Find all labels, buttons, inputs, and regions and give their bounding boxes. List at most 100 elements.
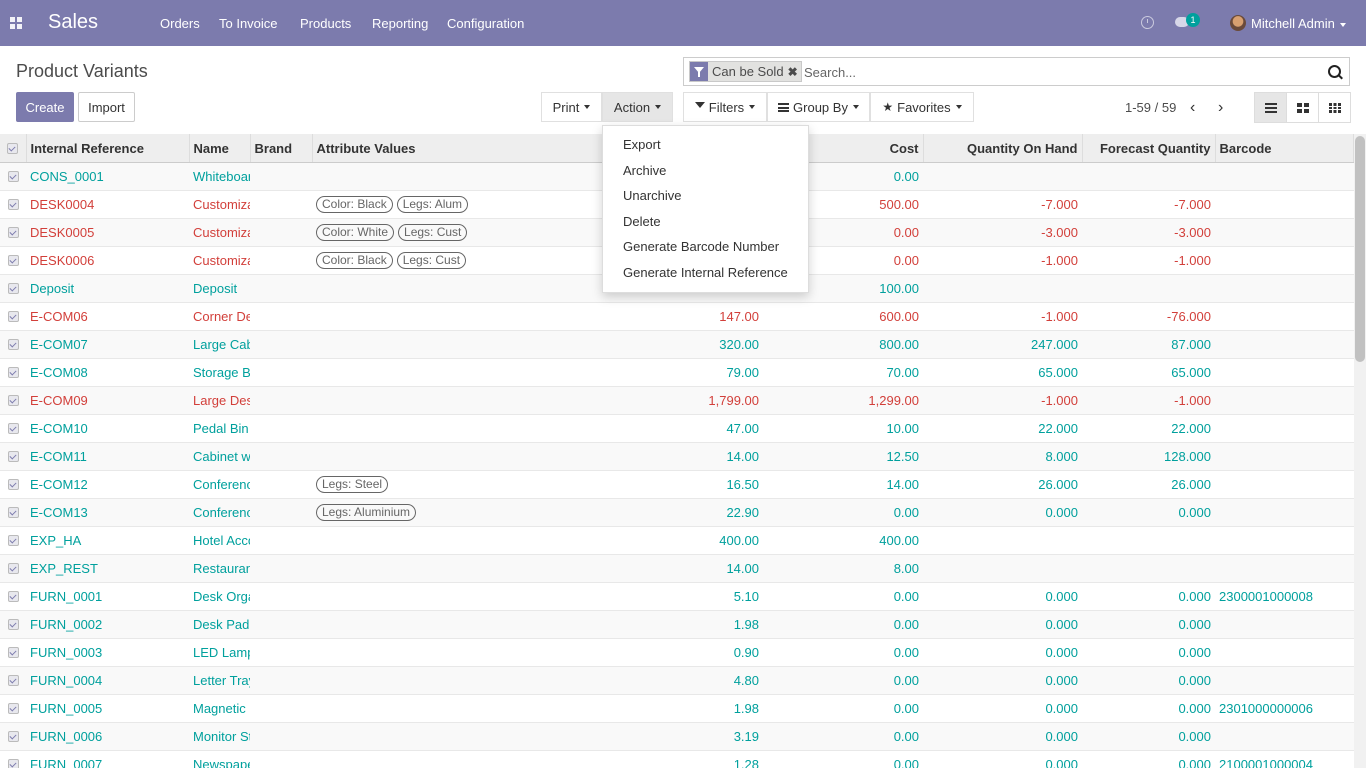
cell-forecast-quantity[interactable]: -3.000 [1082, 218, 1215, 247]
search-icon[interactable] [1328, 65, 1341, 78]
cell-name[interactable]: Whiteboard Pen [189, 162, 250, 191]
cell-barcode[interactable] [1215, 162, 1354, 191]
pager-next-icon[interactable]: › [1218, 99, 1223, 117]
cell-cost[interactable]: 10.00 [763, 414, 923, 443]
row-checkbox[interactable] [0, 218, 26, 247]
row-checkbox[interactable] [0, 414, 26, 443]
list-view-button[interactable] [1254, 92, 1287, 123]
row-checkbox[interactable] [0, 610, 26, 639]
cell-quantity-on-hand[interactable]: 65.000 [923, 358, 1082, 387]
user-avatar[interactable] [1230, 15, 1246, 31]
cell-quantity-on-hand[interactable]: -7.000 [923, 190, 1082, 219]
cell-internal-reference[interactable]: E-COM12 [26, 470, 189, 499]
row-checkbox[interactable] [0, 750, 26, 768]
cell-name[interactable]: Magnetic Board [189, 694, 250, 723]
cell-barcode[interactable] [1215, 470, 1354, 499]
col-forecast-quantity[interactable]: Forecast Quantity [1082, 134, 1216, 163]
cell-internal-reference[interactable]: E-COM10 [26, 414, 189, 443]
cell-quantity-on-hand[interactable] [923, 554, 1082, 583]
cell-cost[interactable]: 1,299.00 [763, 386, 923, 415]
cell-quantity-on-hand[interactable] [923, 162, 1082, 191]
table-row[interactable]: E-COM07Large Cabinet 320.00800.00247.0008… [0, 330, 1354, 359]
cell-brand[interactable] [250, 442, 312, 471]
cell-internal-reference[interactable]: DESK0005 [26, 218, 189, 247]
cell-cost[interactable]: 14.00 [763, 470, 923, 499]
cell-cost[interactable]: 600.00 [763, 302, 923, 331]
cell-barcode[interactable] [1215, 610, 1354, 639]
cell-name[interactable]: Customizable Desk [189, 190, 250, 219]
scrollbar-thumb[interactable] [1355, 136, 1365, 362]
cell-name[interactable]: Customizable Desk [189, 246, 250, 275]
cell-sales-price[interactable]: 16.50 [676, 470, 763, 499]
row-checkbox[interactable] [0, 666, 26, 695]
cell-internal-reference[interactable]: FURN_0004 [26, 666, 189, 695]
cell-sales-price[interactable]: 79.00 [676, 358, 763, 387]
cell-quantity-on-hand[interactable]: 22.000 [923, 414, 1082, 443]
cell-quantity-on-hand[interactable]: -1.000 [923, 386, 1082, 415]
cell-name[interactable]: Storage Box [189, 358, 250, 387]
cell-brand[interactable] [250, 694, 312, 723]
cell-attribute-values[interactable] [312, 526, 676, 555]
table-row[interactable]: FURN_0004 Letter Tray 4.80 0.00 0.000 0.000 [0, 666, 1354, 695]
cell-barcode[interactable] [1215, 330, 1354, 359]
cell-cost[interactable]: 8.00 [763, 554, 923, 583]
cell-internal-reference[interactable]: FURN_0007 [26, 750, 189, 768]
cell-attribute-values[interactable] [312, 330, 676, 359]
cell-cost[interactable]: 400.00 [763, 526, 923, 555]
cell-barcode[interactable] [1215, 526, 1354, 555]
table-row[interactable]: FURN_0002 Desk Pad 1.98 0.00 0.000 0.000 [0, 610, 1354, 639]
cell-quantity-on-hand[interactable]: 0.000 [923, 498, 1082, 527]
cell-quantity-on-hand[interactable]: -3.000 [923, 218, 1082, 247]
cell-quantity-on-hand[interactable]: 0.000 [923, 582, 1082, 611]
cell-attribute-values[interactable] [312, 722, 676, 751]
cell-forecast-quantity[interactable]: 0.000 [1082, 610, 1215, 639]
cell-internal-reference[interactable]: FURN_0006 [26, 722, 189, 751]
cell-name[interactable]: Large Desk [189, 386, 250, 415]
cell-internal-reference[interactable]: FURN_0002 [26, 610, 189, 639]
row-checkbox[interactable] [0, 162, 26, 191]
cell-internal-reference[interactable]: FURN_0001 [26, 582, 189, 611]
cell-sales-price[interactable]: 1,799.00 [676, 386, 763, 415]
activity-clock-icon[interactable] [1141, 16, 1154, 29]
col-internal-reference[interactable]: Internal Reference [26, 134, 190, 163]
cell-attribute-values[interactable] [312, 302, 676, 331]
row-checkbox[interactable] [0, 246, 26, 275]
cell-name[interactable]: Cabinet with Doors [189, 442, 250, 471]
cell-brand[interactable] [250, 470, 312, 499]
cell-forecast-quantity[interactable] [1082, 162, 1215, 191]
user-menu[interactable]: Mitchell Admin [1251, 16, 1346, 31]
cell-barcode[interactable]: 2301000000006 [1215, 694, 1354, 723]
cell-sales-price[interactable]: 5.10 [676, 582, 763, 611]
cell-quantity-on-hand[interactable]: 0.000 [923, 694, 1082, 723]
cell-brand[interactable] [250, 414, 312, 443]
cell-attribute-values[interactable] [312, 414, 676, 443]
col-quantity-on-hand[interactable]: Quantity On Hand [923, 134, 1083, 163]
row-checkbox[interactable] [0, 302, 26, 331]
row-checkbox[interactable] [0, 694, 26, 723]
cell-quantity-on-hand[interactable] [923, 526, 1082, 555]
cell-barcode[interactable] [1215, 386, 1354, 415]
cell-forecast-quantity[interactable]: 65.000 [1082, 358, 1215, 387]
cell-attribute-values[interactable] [312, 386, 676, 415]
cell-brand[interactable] [250, 386, 312, 415]
cell-sales-price[interactable]: 3.19 [676, 722, 763, 751]
cell-sales-price[interactable]: 1.98 [676, 610, 763, 639]
cell-name[interactable]: Letter Tray [189, 666, 250, 695]
cell-cost[interactable]: 0.00 [763, 610, 923, 639]
row-checkbox[interactable] [0, 554, 26, 583]
cell-barcode[interactable] [1215, 190, 1354, 219]
cell-name[interactable]: Restaurant Expenses [189, 554, 250, 583]
cell-brand[interactable] [250, 246, 312, 275]
cell-forecast-quantity[interactable]: 0.000 [1082, 722, 1215, 751]
row-checkbox[interactable] [0, 722, 26, 751]
cell-sales-price[interactable]: 22.90 [676, 498, 763, 527]
menu-reporting[interactable]: Reporting [372, 16, 428, 31]
cell-cost[interactable]: 0.00 [763, 638, 923, 667]
cell-sales-price[interactable]: 147.00 [676, 302, 763, 331]
cell-quantity-on-hand[interactable]: 0.000 [923, 750, 1082, 768]
cell-quantity-on-hand[interactable]: -1.000 [923, 302, 1082, 331]
app-name[interactable]: Sales [48, 11, 98, 34]
cell-attribute-values[interactable] [312, 750, 676, 768]
table-row[interactable]: E-COM08Storage Box79.0070.0065.00065.000 [0, 358, 1354, 387]
cell-quantity-on-hand[interactable]: 8.000 [923, 442, 1082, 471]
